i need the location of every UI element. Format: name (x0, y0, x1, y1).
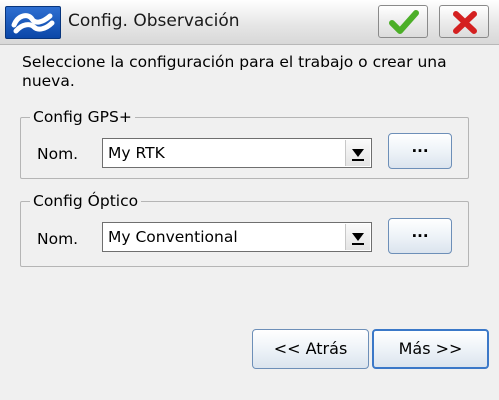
dropdown-arrow-icon[interactable] (345, 140, 370, 166)
close-button[interactable] (439, 5, 489, 38)
check-icon (389, 10, 419, 34)
gps-config-dropdown[interactable]: My RTK (102, 138, 372, 168)
optical-browse-button[interactable]: ... (388, 218, 452, 254)
dropdown-arrow-icon[interactable] (345, 224, 370, 250)
optical-config-dropdown[interactable]: My Conventional (102, 222, 372, 252)
optical-config-legend: Config Óptico (30, 191, 142, 211)
gps-config-value: My RTK (108, 144, 165, 162)
gps-browse-button[interactable]: ... (388, 133, 452, 169)
ok-button[interactable] (378, 5, 428, 38)
window-title: Config. Observación (68, 11, 240, 31)
optical-config-group: Config Óptico Nom. My Conventional ... (20, 191, 469, 267)
next-button[interactable]: Más >> (372, 329, 489, 369)
title-bar: Config. Observación (0, 0, 499, 45)
instruction-text: Seleccione la configuración para el trab… (22, 53, 447, 90)
optical-config-value: My Conventional (108, 228, 238, 246)
optical-name-label: Nom. (37, 230, 79, 248)
gps-config-legend: Config GPS+ (30, 107, 135, 127)
close-icon (453, 11, 477, 34)
gps-config-group: Config GPS+ Nom. My RTK ... (20, 107, 469, 179)
back-button[interactable]: << Atrás (252, 329, 369, 369)
gps-name-label: Nom. (37, 145, 79, 163)
trimble-logo-icon (5, 6, 61, 39)
